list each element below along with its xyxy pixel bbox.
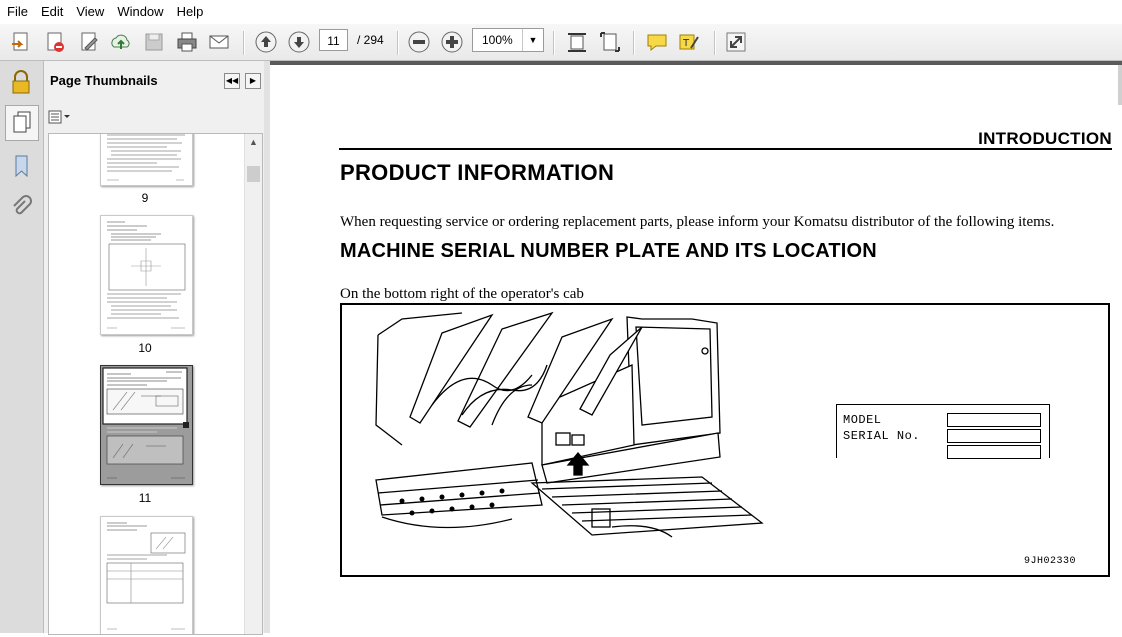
thumbnail-page-10[interactable] — [100, 215, 193, 335]
thumbnail-page-11[interactable] — [100, 365, 193, 485]
thumbnail-page-9[interactable] — [100, 134, 193, 186]
menu-bar: File Edit View Window Help — [0, 0, 1122, 24]
zoom-select[interactable]: 100% ▼ — [472, 28, 544, 52]
next-page-icon[interactable] — [287, 30, 311, 54]
edit-icon[interactable] — [77, 30, 101, 54]
thumbnail-label: 11 — [138, 491, 152, 505]
toolbar-separator — [243, 31, 245, 55]
thumbnail-page-12[interactable] — [100, 516, 193, 634]
menu-window[interactable]: Window — [110, 0, 169, 24]
options-menu-icon[interactable] — [48, 109, 72, 125]
toolbar-separator — [553, 31, 555, 55]
prev-page-icon[interactable] — [254, 30, 278, 54]
document-page: INTRODUCTION PRODUCT INFORMATION When re… — [270, 65, 1122, 637]
fit-page-icon[interactable] — [598, 30, 622, 54]
bookmarks-icon[interactable] — [5, 149, 37, 183]
header-rule — [339, 148, 1112, 150]
svg-text:T: T — [682, 38, 690, 49]
serial-number-plate: MODEL SERIAL No. — [836, 404, 1050, 459]
plate-extra-box — [947, 445, 1041, 459]
fit-width-icon[interactable] — [565, 30, 589, 54]
highlight-icon[interactable]: T — [677, 30, 701, 54]
zoom-value: 100% — [482, 33, 513, 47]
chevron-down-icon[interactable]: ▼ — [522, 29, 543, 51]
plate-model-box — [947, 413, 1041, 427]
menu-edit[interactable]: Edit — [34, 0, 69, 24]
export-icon[interactable] — [43, 30, 67, 54]
plate-serial-label: SERIAL No. — [843, 429, 921, 443]
plate-model-label: MODEL — [843, 413, 882, 427]
section-subtitle: MACHINE SERIAL NUMBER PLATE AND ITS LOCA… — [340, 240, 877, 262]
create-icon[interactable] — [9, 30, 33, 54]
document-scrollbar[interactable] — [1118, 65, 1122, 105]
thumbnail-label: 9 — [141, 191, 149, 205]
zoom-out-icon[interactable] — [407, 30, 431, 54]
thumbnail-list: 9 10 11 ▲ — [48, 133, 263, 635]
save-icon[interactable] — [142, 30, 166, 54]
expand-panel-icon[interactable]: ▶ — [245, 73, 261, 89]
toolbar-separator — [397, 31, 399, 55]
page-total: / 294 — [357, 33, 384, 47]
menu-file[interactable]: File — [0, 0, 34, 24]
zoom-in-icon[interactable] — [440, 30, 464, 54]
location-text: On the bottom right of the operator's ca… — [340, 286, 584, 302]
plate-serial-box — [947, 429, 1041, 443]
email-icon[interactable] — [207, 30, 231, 54]
print-icon[interactable] — [175, 30, 199, 54]
thumbnails-panel: Page Thumbnails ◀◀ ▶ 9 10 11 ▲ — [44, 61, 264, 635]
lock-icon[interactable] — [5, 65, 37, 99]
scroll-up-icon[interactable]: ▲ — [245, 134, 262, 151]
intro-paragraph: When requesting service or ordering repl… — [340, 214, 1055, 230]
toolbar: 11 / 294 100% ▼ T — [0, 24, 1122, 61]
fullscreen-icon[interactable] — [724, 30, 748, 54]
attachments-icon[interactable] — [5, 191, 37, 225]
page-thumbnails-icon[interactable] — [5, 105, 39, 141]
page-title: PRODUCT INFORMATION — [340, 160, 615, 185]
navigation-pane — [0, 61, 44, 633]
panel-title: Page Thumbnails — [50, 73, 158, 88]
menu-help[interactable]: Help — [170, 0, 210, 24]
collapse-panel-icon[interactable]: ◀◀ — [224, 73, 240, 89]
toolbar-separator — [714, 31, 716, 55]
thumbnail-scrollbar[interactable]: ▲ — [244, 134, 262, 634]
figure-id: 9JH02330 — [1023, 556, 1076, 567]
toolbar-separator — [633, 31, 635, 55]
section-header: INTRODUCTION — [978, 129, 1112, 148]
upload-icon[interactable] — [109, 30, 133, 54]
thumbnail-label: 10 — [138, 341, 152, 355]
scrollbar-thumb[interactable] — [247, 166, 260, 182]
comment-icon[interactable] — [645, 30, 669, 54]
document-view: INTRODUCTION PRODUCT INFORMATION When re… — [270, 61, 1122, 637]
page-number-input[interactable]: 11 — [319, 29, 348, 51]
panel-header: Page Thumbnails ◀◀ ▶ — [44, 61, 264, 101]
menu-view[interactable]: View — [69, 0, 110, 24]
serial-plate-figure: MODEL SERIAL No. 9JH02330 — [340, 303, 1110, 577]
